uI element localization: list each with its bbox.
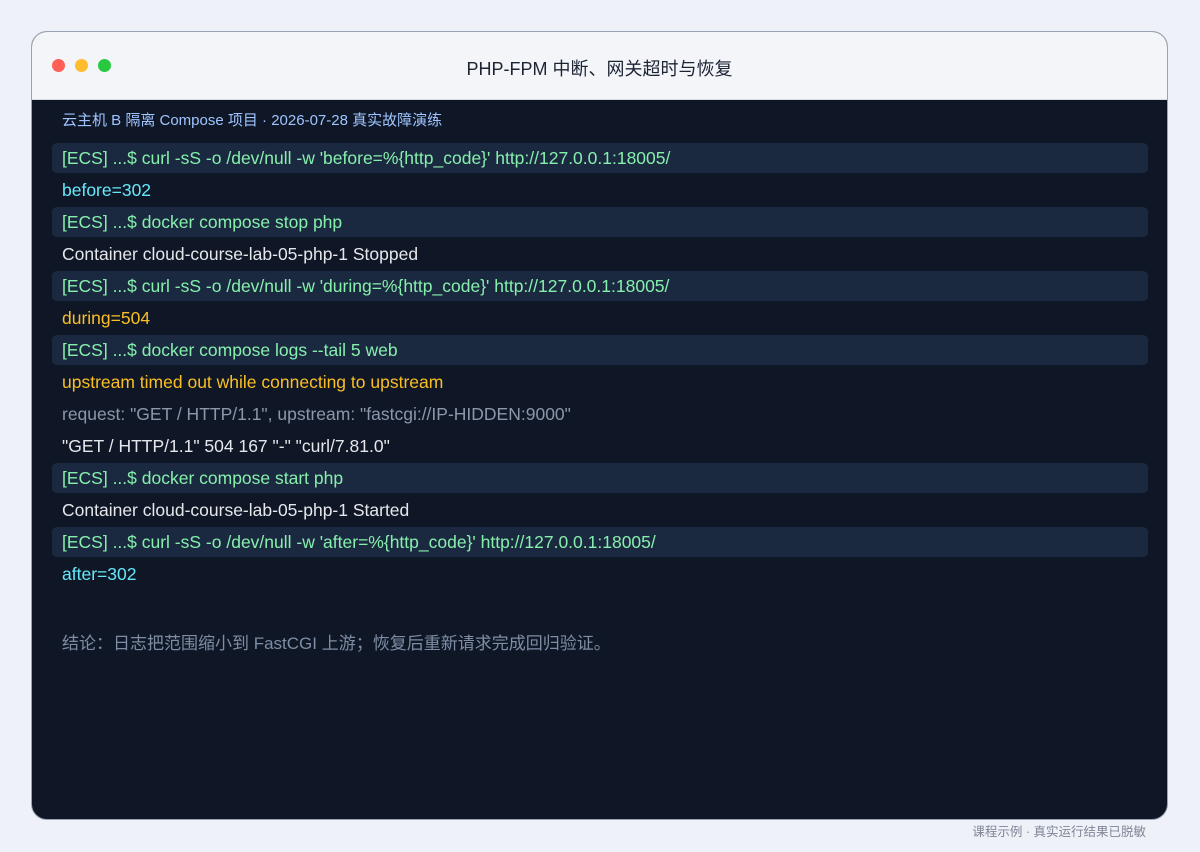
- window-title: PHP-FPM 中断、网关超时与恢复: [466, 59, 733, 79]
- footnote: 课程示例 · 真实运行结果已脱敏: [972, 825, 1146, 839]
- command-line: [ECS] ...$ docker compose stop php: [52, 207, 1148, 237]
- conclusion-text: 结论：日志把范围缩小到 FastCGI 上游；恢复后重新请求完成回归验证。: [62, 634, 611, 653]
- terminal-output: [ECS] ...$ curl -sS -o /dev/null -w 'bef…: [52, 143, 1148, 591]
- output-line: "GET / HTTP/1.1" 504 167 "-" "curl/7.81.…: [62, 436, 390, 456]
- title-bar: PHP-FPM 中断、网关超时与恢复: [32, 32, 1167, 100]
- output-line: before=302: [62, 180, 152, 200]
- output-line: Container cloud-course-lab-05-php-1 Star…: [62, 500, 410, 520]
- output-line: Container cloud-course-lab-05-php-1 Stop…: [62, 244, 419, 264]
- output-line: upstream timed out while connecting to u…: [62, 372, 444, 392]
- terminal-window: PHP-FPM 中断、网关超时与恢复 云主机 B 隔离 Compose 项目 ·…: [31, 31, 1168, 820]
- command-line: [ECS] ...$ docker compose start php: [52, 463, 1148, 493]
- command-line: [ECS] ...$ curl -sS -o /dev/null -w 'aft…: [52, 527, 1148, 557]
- command-line: [ECS] ...$ curl -sS -o /dev/null -w 'dur…: [52, 271, 1148, 301]
- command-line: [ECS] ...$ docker compose logs --tail 5 …: [52, 335, 1148, 365]
- output-line: during=504: [62, 308, 151, 328]
- output-line: request: "GET / HTTP/1.1", upstream: "fa…: [62, 404, 571, 424]
- command-line: [ECS] ...$ curl -sS -o /dev/null -w 'bef…: [52, 143, 1148, 173]
- session-subtitle: 云主机 B 隔离 Compose 项目 · 2026-07-28 真实故障演练: [62, 112, 443, 129]
- output-line: after=302: [62, 564, 137, 584]
